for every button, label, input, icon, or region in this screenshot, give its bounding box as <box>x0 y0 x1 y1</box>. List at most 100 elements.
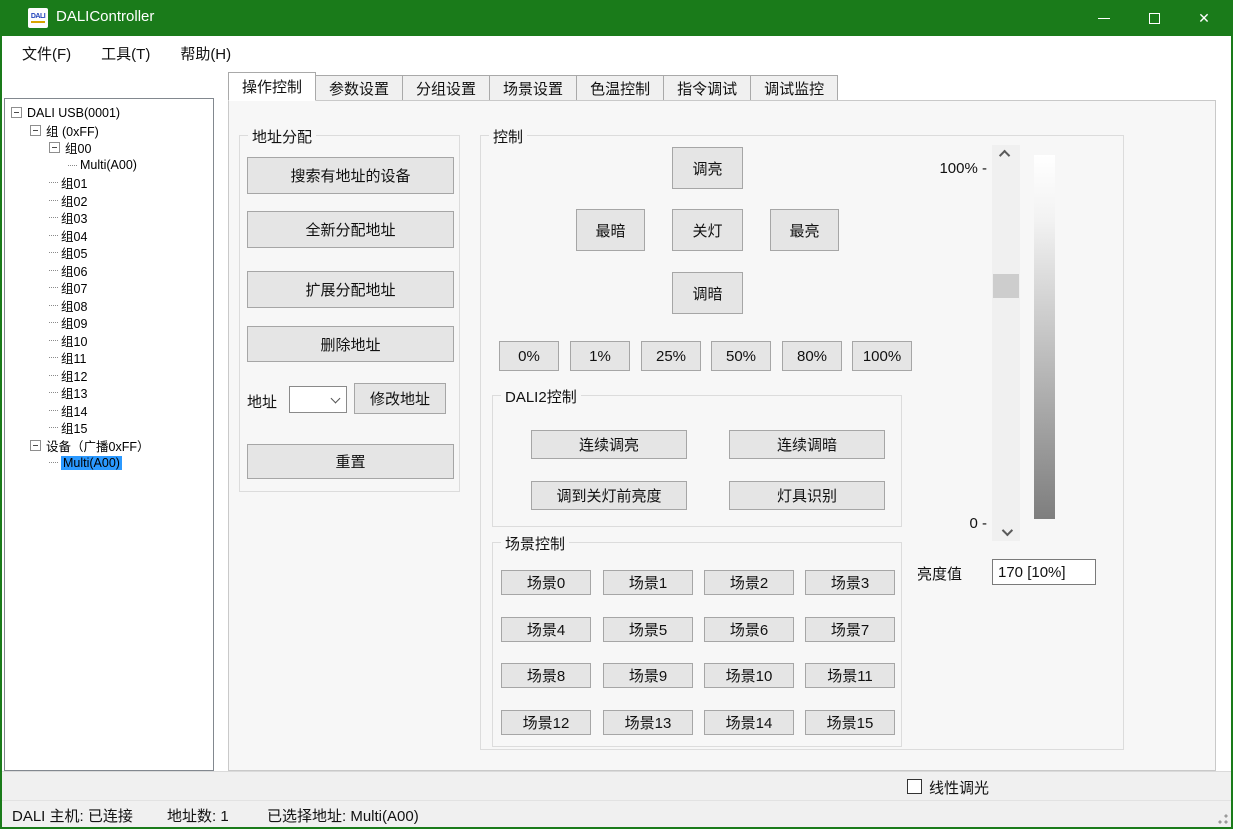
menu-item-0[interactable]: 文件(F) <box>20 40 73 67</box>
bottom-band: 线性调光 <box>2 771 1231 802</box>
tree-item-4[interactable]: 组01 <box>5 174 213 192</box>
percent-button-50pct[interactable]: 50% <box>711 341 771 371</box>
collapse-icon[interactable] <box>11 107 22 118</box>
collapse-icon[interactable] <box>30 125 41 136</box>
tree-item-19[interactable]: 设备（广播0xFF） <box>5 437 213 455</box>
scrollbar-thumb[interactable] <box>993 274 1019 298</box>
scene-button-4[interactable]: 场景4 <box>501 617 591 642</box>
assign-new-address-button[interactable]: 全新分配地址 <box>247 211 454 248</box>
scene-button-2[interactable]: 场景2 <box>704 570 794 595</box>
percent-button-100pct[interactable]: 100% <box>852 341 912 371</box>
scene-button-10[interactable]: 场景10 <box>704 663 794 688</box>
lamp-identify-button[interactable]: 灯具识别 <box>729 481 885 510</box>
tree-connector <box>49 182 58 183</box>
minimize-button[interactable] <box>1079 0 1129 36</box>
scene-button-11[interactable]: 场景11 <box>805 663 895 688</box>
brighten-button[interactable]: 调亮 <box>672 147 743 189</box>
scene-button-12[interactable]: 场景12 <box>501 710 591 735</box>
continuous-brighten-button[interactable]: 连续调亮 <box>531 430 687 459</box>
tree-item-1[interactable]: 组 (0xFF) <box>5 122 213 140</box>
collapse-icon[interactable] <box>49 142 60 153</box>
tab-2[interactable]: 分组设置 <box>403 75 490 101</box>
scene-button-6[interactable]: 场景6 <box>704 617 794 642</box>
tree-item-15[interactable]: 组12 <box>5 367 213 385</box>
tree-item-label: 设备（广播0xFF） <box>46 436 149 455</box>
dim-button[interactable]: 调暗 <box>672 272 743 314</box>
close-button[interactable]: ✕ <box>1179 0 1229 36</box>
modify-address-button[interactable]: 修改地址 <box>354 383 446 414</box>
tree-item-8[interactable]: 组05 <box>5 244 213 262</box>
goto-last-level-button[interactable]: 调到关灯前亮度 <box>531 481 687 510</box>
menu-item-1[interactable]: 工具(T) <box>99 40 152 67</box>
scene-button-0[interactable]: 场景0 <box>501 570 591 595</box>
scene-button-13[interactable]: 场景13 <box>603 710 693 735</box>
scene-button-1[interactable]: 场景1 <box>603 570 693 595</box>
tree-item-13[interactable]: 组10 <box>5 332 213 350</box>
tree-connector <box>49 462 58 463</box>
tree-item-3[interactable]: Multi(A00) <box>5 157 213 175</box>
tree-item-18[interactable]: 组15 <box>5 419 213 437</box>
tree-item-9[interactable]: 组06 <box>5 262 213 280</box>
extend-assign-address-button[interactable]: 扩展分配地址 <box>247 271 454 308</box>
status-bar: DALI 主机: 已连接地址数: 1已选择地址: Multi(A00) <box>2 800 1231 827</box>
tree-item-11[interactable]: 组08 <box>5 297 213 315</box>
scene-button-9[interactable]: 场景9 <box>603 663 693 688</box>
brightness-value: 170 [10%] <box>998 564 1066 581</box>
scene-button-14[interactable]: 场景14 <box>704 710 794 735</box>
tab-6[interactable]: 调试监控 <box>751 75 838 101</box>
delete-address-button[interactable]: 删除地址 <box>247 326 454 362</box>
tab-4[interactable]: 色温控制 <box>577 75 664 101</box>
brightness-scrollbar[interactable] <box>992 145 1020 541</box>
scene-button-3[interactable]: 场景3 <box>805 570 895 595</box>
percent-button-80pct[interactable]: 80% <box>782 341 842 371</box>
scene-button-15[interactable]: 场景15 <box>805 710 895 735</box>
tree-item-14[interactable]: 组11 <box>5 349 213 367</box>
continuous-dim-button[interactable]: 连续调暗 <box>729 430 885 459</box>
tree-item-12[interactable]: 组09 <box>5 314 213 332</box>
tree-connector <box>49 357 58 358</box>
tree-item-17[interactable]: 组14 <box>5 402 213 420</box>
tree-item-0[interactable]: DALI USB(0001) <box>5 104 213 122</box>
linear-dimming-label: 线性调光 <box>929 777 989 798</box>
menu-item-2[interactable]: 帮助(H) <box>178 40 233 67</box>
scene-button-7[interactable]: 场景7 <box>805 617 895 642</box>
collapse-icon[interactable] <box>30 440 41 451</box>
maximize-button[interactable] <box>1129 0 1179 36</box>
light-off-button[interactable]: 关灯 <box>672 209 743 251</box>
tree-item-7[interactable]: 组04 <box>5 227 213 245</box>
percent-button-1pct[interactable]: 1% <box>570 341 630 371</box>
tab-1[interactable]: 参数设置 <box>316 75 403 101</box>
percent-button-0pct[interactable]: 0% <box>499 341 559 371</box>
tree-item-label: 组00 <box>65 138 91 157</box>
darkest-button[interactable]: 最暗 <box>576 209 645 251</box>
tab-3[interactable]: 场景设置 <box>490 75 577 101</box>
resize-grip-icon[interactable] <box>1218 814 1228 824</box>
tree-item-label: 组02 <box>61 191 87 210</box>
tab-0[interactable]: 操作控制 <box>228 72 316 101</box>
scroll-down-button[interactable] <box>992 523 1020 541</box>
tree-item-2[interactable]: 组00 <box>5 139 213 157</box>
tree-connector <box>49 252 58 253</box>
tree-item-10[interactable]: 组07 <box>5 279 213 297</box>
brightness-value-box[interactable]: 170 [10%] <box>992 559 1096 585</box>
scene-button-8[interactable]: 场景8 <box>501 663 591 688</box>
reset-button[interactable]: 重置 <box>247 444 454 479</box>
tree-item-5[interactable]: 组02 <box>5 192 213 210</box>
scroll-up-button[interactable] <box>992 145 1020 163</box>
tree-connector <box>68 165 77 166</box>
status-item-0: DALI 主机: 已连接 <box>12 805 133 826</box>
device-tree: DALI USB(0001)组 (0xFF)组00Multi(A00)组01组0… <box>4 98 214 771</box>
tree-item-label: 组06 <box>61 261 87 280</box>
linear-dimming-checkbox[interactable] <box>907 779 922 794</box>
tree-item-label: 组 (0xFF) <box>46 121 99 140</box>
brightest-button[interactable]: 最亮 <box>770 209 839 251</box>
tree-item-6[interactable]: 组03 <box>5 209 213 227</box>
address-combobox[interactable] <box>289 386 347 413</box>
percent-button-25pct[interactable]: 25% <box>641 341 701 371</box>
tree-item-16[interactable]: 组13 <box>5 384 213 402</box>
tab-5[interactable]: 指令调试 <box>664 75 751 101</box>
search-addressed-devices-button[interactable]: 搜索有地址的设备 <box>247 157 454 194</box>
tree-item-20[interactable]: Multi(A00) <box>5 454 213 472</box>
scene-button-5[interactable]: 场景5 <box>603 617 693 642</box>
tree-item-label: 组15 <box>61 418 87 437</box>
